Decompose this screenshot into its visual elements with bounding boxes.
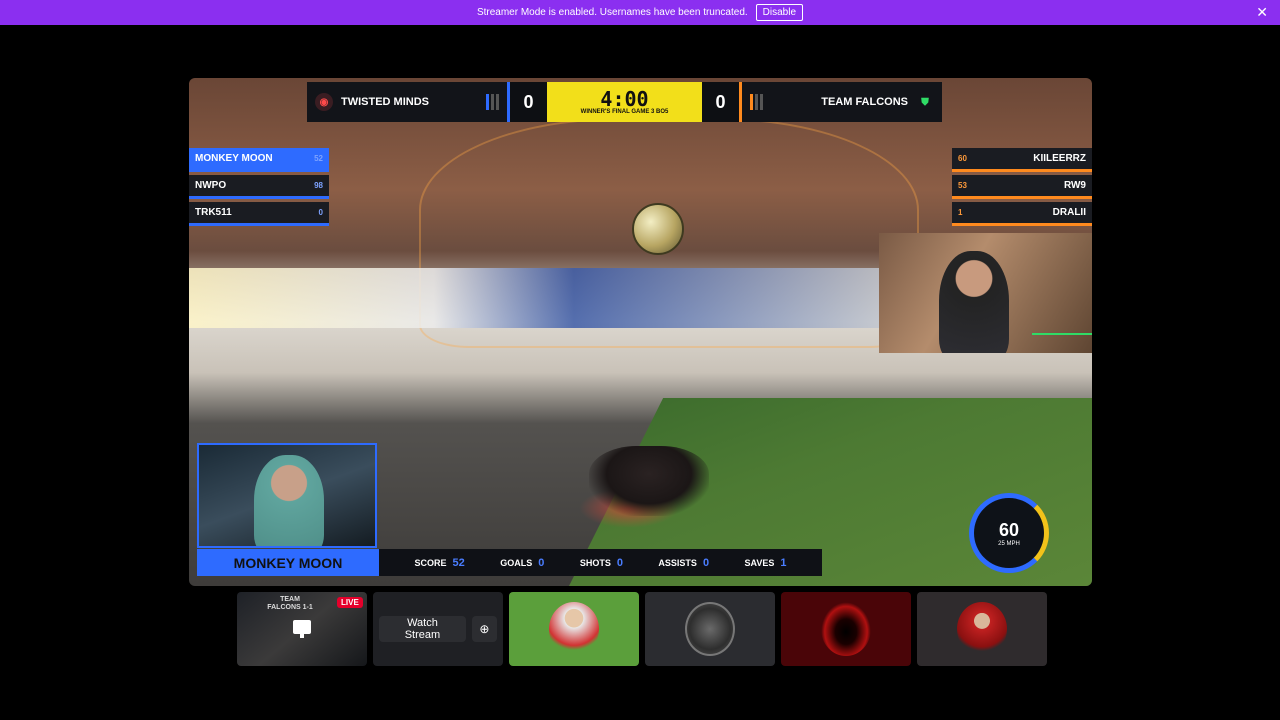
- ball: [632, 203, 684, 255]
- player-points: 0: [318, 208, 323, 217]
- player-points: 1: [958, 208, 963, 217]
- roster-row: MONKEY MOON 52: [189, 148, 329, 172]
- roster-row: NWPO 98: [189, 175, 329, 199]
- twisted-minds-logo-icon: ◉: [315, 93, 333, 111]
- stat-saves: SAVES 1: [744, 556, 787, 569]
- arena-ad-strip: [189, 268, 889, 328]
- player-webcam: [197, 443, 377, 548]
- watch-stream-tile: Watch Stream ⊕: [373, 592, 503, 666]
- stat-shots: SHOTS 0: [579, 556, 623, 569]
- focused-player-name: MONKEY MOON: [197, 549, 379, 576]
- watch-stream-button[interactable]: Watch Stream: [379, 616, 466, 642]
- right-team-name: TEAM FALCONS: [821, 96, 908, 108]
- participant-tile[interactable]: [509, 592, 639, 666]
- player-stats-card: MONKEY MOON SCORE 52 GOALS 0 SHOTS 0 ASSIST…: [197, 549, 822, 576]
- left-roster: MONKEY MOON 52 NWPO 98 TRK511 0: [189, 148, 329, 229]
- scoreboard: ◉ TWISTED MINDS 0 4:00 WINNER'S FINAL GA…: [307, 82, 972, 122]
- webcam-accent: [1032, 333, 1092, 353]
- roster-row: TRK511 0: [189, 202, 329, 226]
- player-name: NWPO: [195, 180, 227, 191]
- participant-tile[interactable]: [645, 592, 775, 666]
- disable-streamer-mode-button[interactable]: Disable: [755, 4, 804, 21]
- participant-tiles: TEAM FALCONS 1-1 LIVE Watch Stream ⊕: [237, 592, 1047, 666]
- avatar: [821, 602, 871, 656]
- right-team-panel: TEAM FALCONS ⛊: [742, 82, 942, 122]
- player-name: DRALII: [1052, 207, 1086, 218]
- avatar: [549, 602, 599, 656]
- avatar: [957, 602, 1007, 656]
- player-name: RW9: [1063, 180, 1086, 191]
- player-figure: [254, 455, 324, 546]
- avatar: [685, 602, 735, 656]
- streamer-mode-banner: Streamer Mode is enabled. Usernames have…: [0, 0, 1280, 25]
- left-team-score: 0: [507, 82, 547, 122]
- preview-title: TEAM FALCONS 1-1: [267, 596, 313, 611]
- game-clock: 4:00 WINNER'S FINAL GAME 3 BO5: [547, 82, 702, 122]
- left-series-bars: [486, 94, 499, 110]
- stream-video[interactable]: ◉ TWISTED MINDS 0 4:00 WINNER'S FINAL GA…: [189, 78, 1092, 586]
- roster-row: 1 DRALII: [952, 202, 1092, 226]
- stat-score: SCORE 52: [414, 556, 465, 569]
- player-name: KIILEERRZ: [1033, 153, 1086, 164]
- player-stats: SCORE 52 GOALS 0 SHOTS 0 ASSISTS 0 SAVES 1: [379, 549, 822, 576]
- clock-time: 4:00: [600, 87, 649, 111]
- speed-value: 60: [998, 519, 1020, 540]
- player-name: TRK511: [195, 207, 232, 218]
- close-icon[interactable]: ✕: [1256, 4, 1268, 21]
- streamer-webcam: [879, 233, 1092, 353]
- right-team-score: 0: [702, 82, 742, 122]
- banner-message: Streamer Mode is enabled. Usernames have…: [476, 7, 748, 18]
- participant-tile[interactable]: [917, 592, 1047, 666]
- add-view-icon[interactable]: ⊕: [471, 616, 497, 642]
- participant-tile[interactable]: [781, 592, 911, 666]
- right-series-bars: [750, 94, 763, 110]
- stat-goals: GOALS 0: [500, 556, 545, 569]
- player-points: 60: [958, 154, 967, 163]
- stat-assists: ASSISTS 0: [658, 556, 710, 569]
- live-badge: LIVE: [337, 597, 363, 608]
- screen-share-icon: [293, 620, 311, 638]
- player-points: 53: [958, 181, 967, 190]
- player-car: [589, 446, 709, 516]
- player-name: MONKEY MOON: [195, 153, 273, 164]
- right-roster: 60 KIILEERRZ 53 RW9 1 DRALII: [952, 148, 1092, 229]
- left-team-panel: ◉ TWISTED MINDS: [307, 82, 507, 122]
- streamer-figure: [939, 251, 1009, 353]
- speed-unit: 25 MPH: [998, 540, 1020, 547]
- speedometer: 60 25 MPH: [969, 493, 1049, 573]
- player-points: 98: [314, 181, 323, 190]
- roster-row: 60 KIILEERRZ: [952, 148, 1092, 172]
- left-team-name: TWISTED MINDS: [341, 96, 429, 108]
- player-points: 52: [314, 154, 323, 163]
- team-falcons-logo-icon: ⛊: [921, 96, 929, 108]
- roster-row: 53 RW9: [952, 175, 1092, 199]
- match-subtitle: WINNER'S FINAL GAME 3 BO5: [580, 109, 669, 115]
- stream-preview-tile[interactable]: TEAM FALCONS 1-1 LIVE: [237, 592, 367, 666]
